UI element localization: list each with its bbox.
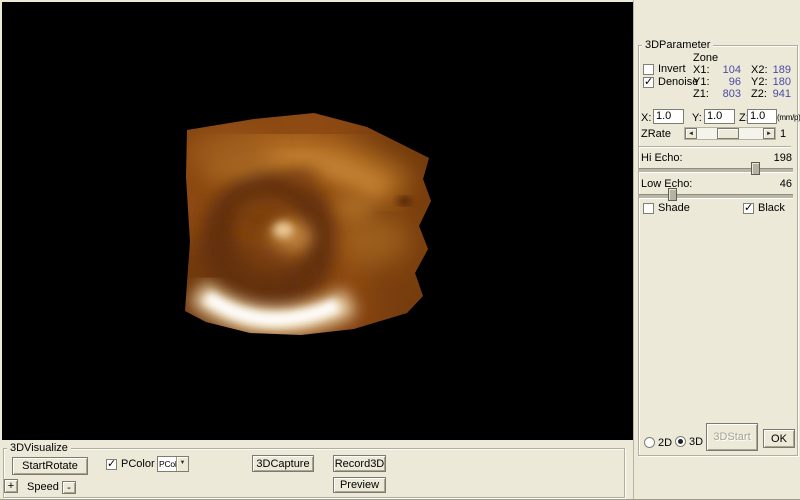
mode-3d-radio[interactable] bbox=[675, 436, 686, 447]
record-3d-button[interactable]: Record3D bbox=[333, 455, 386, 472]
speed-plus-button[interactable]: + bbox=[4, 479, 18, 493]
ultrasound-volume-render bbox=[185, 113, 431, 335]
zone-label: X2: bbox=[751, 64, 768, 76]
zone-label: Y2: bbox=[751, 76, 768, 88]
zrate-thumb[interactable] bbox=[717, 128, 739, 139]
y-scale-input[interactable]: 1.0 bbox=[704, 109, 735, 124]
zone-label: Z2: bbox=[751, 88, 767, 100]
render-canvas[interactable] bbox=[2, 2, 633, 440]
start-3d-button[interactable]: 3DStart bbox=[706, 423, 758, 451]
zone-label: X1: bbox=[693, 64, 710, 76]
hi-echo-thumb[interactable] bbox=[751, 162, 760, 175]
app-window: 3DParameter Invert ✓ Denoise Zone X1: 10… bbox=[0, 0, 800, 500]
mode-2d-label: 2D bbox=[658, 437, 673, 449]
check-icon: ✓ bbox=[107, 458, 117, 470]
zone-title: Zone bbox=[693, 52, 719, 64]
check-icon: ✓ bbox=[644, 76, 654, 88]
zone-label: Z1: bbox=[693, 88, 709, 100]
pcolor-checkbox[interactable]: ✓ bbox=[106, 458, 117, 470]
low-echo-thumb[interactable] bbox=[668, 188, 677, 201]
pcolor-combo-value: PColor bbox=[159, 459, 176, 469]
scale-unit-label: (mm/p) bbox=[777, 113, 800, 122]
zone-value: 96 bbox=[728, 76, 741, 88]
zrate-scroll-right-button[interactable]: ► bbox=[763, 128, 775, 139]
hi-echo-track bbox=[639, 168, 793, 173]
zrate-value: 1 bbox=[780, 128, 787, 140]
arrow-right-icon: ► bbox=[766, 131, 772, 137]
low-echo-slider[interactable] bbox=[639, 188, 793, 202]
z-scale-input[interactable]: 1.0 bbox=[747, 109, 777, 124]
zrate-track[interactable] bbox=[697, 128, 763, 139]
arrow-left-icon: ◄ bbox=[688, 131, 694, 137]
pcolor-combobox[interactable]: PColor ▼ bbox=[157, 456, 189, 472]
preview-button[interactable]: Preview bbox=[333, 477, 386, 493]
shade-checkbox[interactable] bbox=[643, 203, 654, 214]
visualize-groupbox: 3DVisualize bbox=[3, 442, 625, 498]
mode-2d-radio[interactable] bbox=[644, 437, 655, 448]
ok-button[interactable]: OK bbox=[763, 429, 795, 448]
black-label: Black bbox=[758, 202, 785, 214]
arrow-down-icon: ▼ bbox=[179, 460, 186, 466]
y-scale-label: Y: bbox=[692, 112, 702, 124]
zone-value: 941 bbox=[772, 88, 791, 100]
parameter-panel: 3DParameter Invert ✓ Denoise Zone X1: 10… bbox=[633, 0, 800, 499]
x-scale-label: X: bbox=[641, 112, 652, 124]
x-scale-input[interactable]: 1.0 bbox=[653, 109, 684, 124]
shade-label: Shade bbox=[658, 202, 690, 214]
zone-row: Y1: 96 Y2: 180 bbox=[693, 76, 791, 88]
visualize-panel: 3DVisualize StartRotate + Speed - ✓ PCol… bbox=[0, 440, 633, 499]
zone-value: 803 bbox=[722, 88, 741, 100]
speed-minus-button[interactable]: - bbox=[62, 481, 76, 494]
low-echo-track bbox=[639, 194, 793, 199]
pcolor-label: PColor bbox=[121, 458, 155, 470]
zone-value: 104 bbox=[722, 64, 741, 76]
invert-checkbox[interactable] bbox=[643, 64, 654, 75]
hi-echo-slider[interactable] bbox=[639, 162, 793, 176]
invert-label: Invert bbox=[658, 63, 686, 75]
zrate-scrollbar: ◄ ► bbox=[684, 127, 776, 140]
denoise-checkbox[interactable]: ✓ bbox=[643, 76, 654, 88]
speed-label: Speed bbox=[27, 481, 59, 493]
start-rotate-button[interactable]: StartRotate bbox=[12, 457, 88, 475]
zone-table: X1: 104 X2: 189 Y1: 96 Y2: 180 Z1: 803 Z… bbox=[693, 64, 791, 100]
zone-label: Y1: bbox=[693, 76, 710, 88]
mode-3d-label: 3D bbox=[689, 436, 704, 448]
parameter-groupbox-title: 3DParameter bbox=[642, 39, 714, 51]
zone-value: 180 bbox=[772, 76, 791, 88]
zone-row: X1: 104 X2: 189 bbox=[693, 64, 791, 76]
black-checkbox[interactable]: ✓ bbox=[743, 202, 754, 214]
zrate-label: ZRate bbox=[641, 128, 671, 140]
combo-dropdown-button[interactable]: ▼ bbox=[176, 457, 188, 471]
zrate-scroll-left-button[interactable]: ◄ bbox=[685, 128, 697, 139]
parameter-groupbox: 3DParameter bbox=[638, 39, 798, 456]
capture-3d-button[interactable]: 3DCapture bbox=[252, 455, 314, 472]
check-icon: ✓ bbox=[744, 202, 754, 214]
zone-row: Z1: 803 Z2: 941 bbox=[693, 88, 791, 100]
zone-value: 189 bbox=[772, 64, 791, 76]
divider bbox=[639, 146, 791, 148]
visualize-groupbox-title: 3DVisualize bbox=[7, 442, 71, 454]
